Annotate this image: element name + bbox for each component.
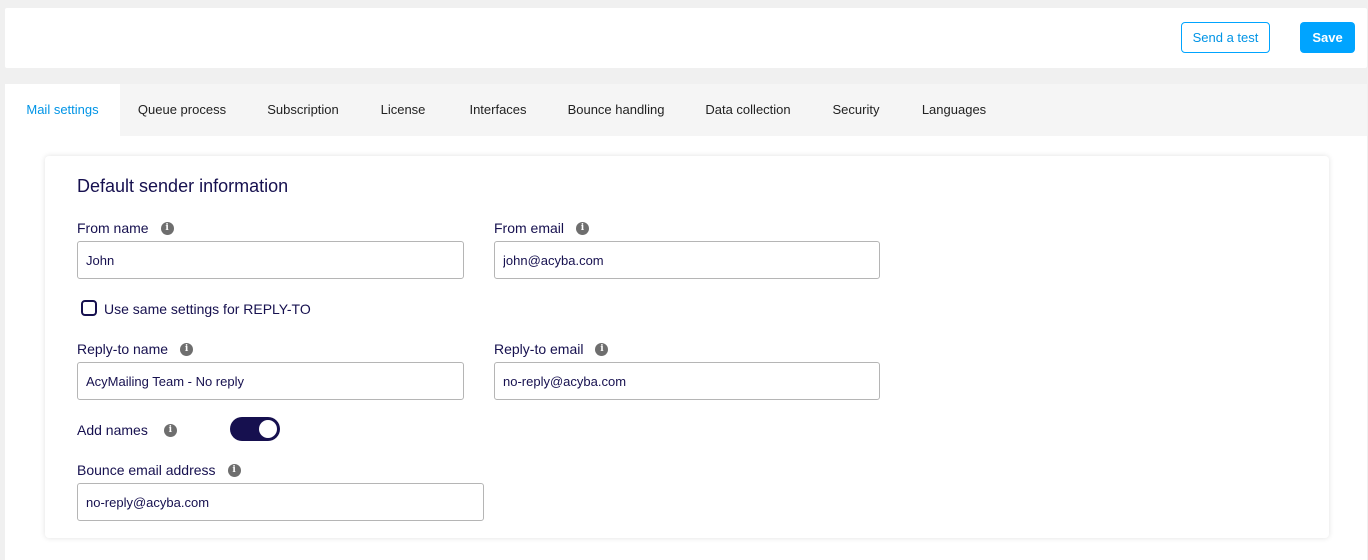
settings-tabs: Mail settings Queue process Subscription…: [5, 84, 1367, 136]
top-toolbar: Send a test Save: [5, 8, 1367, 68]
reply-name-label: Reply-to name i: [77, 341, 194, 357]
tab-interfaces[interactable]: Interfaces: [460, 84, 536, 136]
add-names-label-text: Add names: [77, 422, 148, 438]
from-name-input[interactable]: [77, 241, 464, 279]
tab-subscription[interactable]: Subscription: [255, 84, 351, 136]
bounce-email-input[interactable]: [77, 483, 484, 521]
main-panel: Mail settings Queue process Subscription…: [5, 84, 1367, 560]
info-icon[interactable]: i: [576, 221, 590, 235]
tab-mail-settings[interactable]: Mail settings: [5, 84, 120, 136]
tab-queue-process[interactable]: Queue process: [132, 84, 232, 136]
toggle-knob: [259, 420, 277, 438]
tab-security[interactable]: Security: [823, 84, 889, 136]
from-name-label: From name i: [77, 220, 174, 236]
tab-license[interactable]: License: [373, 84, 433, 136]
info-icon[interactable]: i: [595, 342, 609, 356]
send-test-button[interactable]: Send a test: [1181, 22, 1270, 53]
reply-name-input[interactable]: [77, 362, 464, 400]
tab-data-collection[interactable]: Data collection: [696, 84, 800, 136]
tab-languages[interactable]: Languages: [915, 84, 993, 136]
info-icon[interactable]: i: [227, 463, 241, 477]
add-names-label: Add names i: [77, 422, 177, 438]
same-reply-label[interactable]: Use same settings for REPLY-TO: [104, 301, 311, 317]
same-reply-checkbox[interactable]: [81, 300, 97, 316]
info-icon[interactable]: i: [160, 221, 174, 235]
from-email-input[interactable]: [494, 241, 880, 279]
reply-name-label-text: Reply-to name: [77, 341, 169, 357]
bounce-label-text: Bounce email address: [77, 462, 216, 478]
sender-info-card: Default sender information From name i F…: [45, 156, 1329, 538]
reply-email-label: Reply-to email i: [494, 341, 609, 357]
from-email-label-text: From email: [494, 220, 565, 236]
from-email-label: From email i: [494, 220, 590, 236]
save-button[interactable]: Save: [1300, 22, 1355, 53]
info-icon[interactable]: i: [163, 423, 177, 437]
reply-email-input[interactable]: [494, 362, 880, 400]
bounce-label: Bounce email address i: [77, 462, 241, 478]
tab-bounce-handling[interactable]: Bounce handling: [561, 84, 671, 136]
reply-email-label-text: Reply-to email: [494, 341, 584, 357]
from-name-label-text: From name: [77, 220, 149, 236]
info-icon[interactable]: i: [180, 342, 194, 356]
section-title: Default sender information: [77, 176, 289, 196]
add-names-toggle[interactable]: [230, 417, 280, 441]
